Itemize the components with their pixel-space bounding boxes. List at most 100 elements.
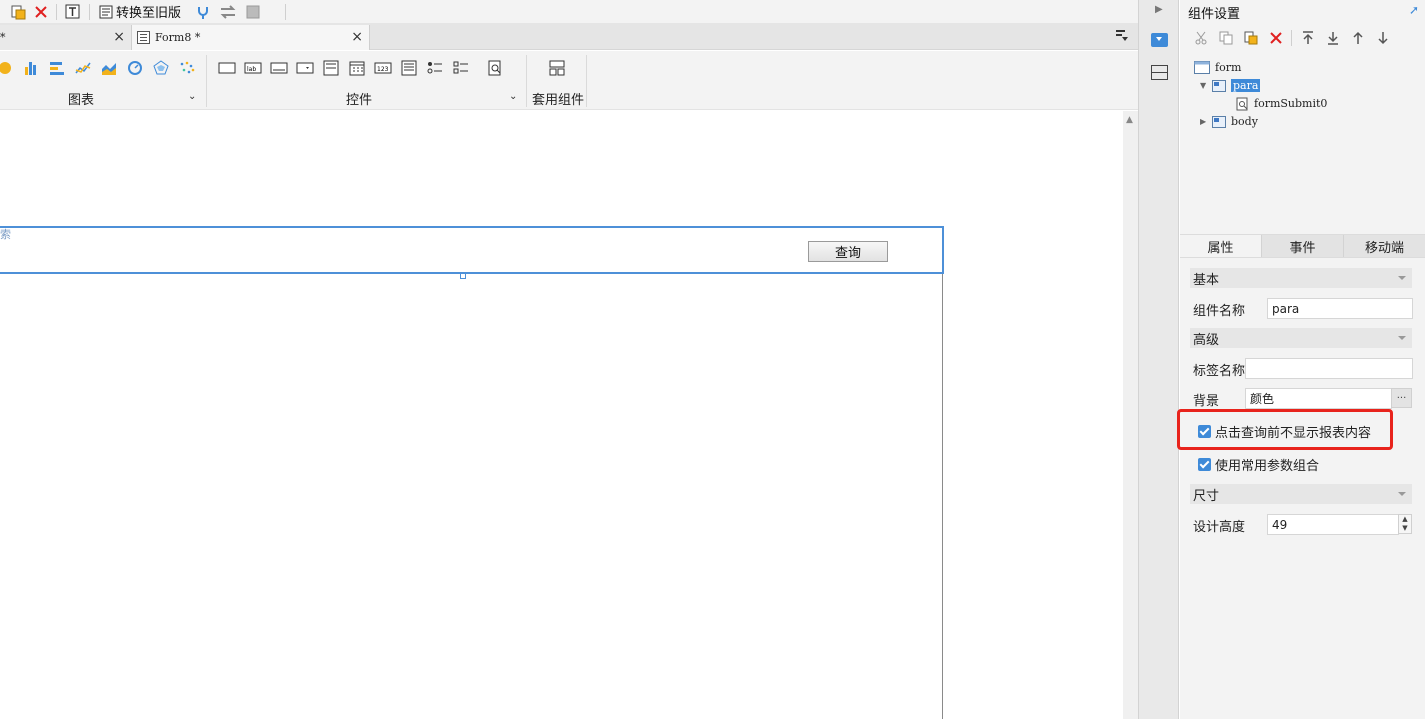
chevron-down-icon[interactable]: ▼	[1200, 81, 1212, 90]
section-title: 高级	[1193, 332, 1220, 348]
text-box-icon[interactable]	[214, 59, 240, 77]
chevron-down-icon[interactable]	[1398, 276, 1406, 280]
tree-node-body[interactable]: ▶ body	[1200, 113, 1258, 130]
background-input[interactable]: 颜色	[1245, 388, 1392, 409]
text-frame-icon[interactable]	[61, 1, 85, 23]
tab-previous-file[interactable]: * ×	[0, 25, 132, 50]
tab-label: Form8 *	[155, 31, 201, 44]
plugin-icon[interactable]	[191, 1, 215, 23]
tab-properties[interactable]: 属性	[1180, 235, 1262, 257]
para-container[interactable]	[0, 226, 944, 274]
component-name-input[interactable]: para	[1267, 298, 1413, 319]
document-icon	[99, 5, 113, 18]
tree-node-form[interactable]: form	[1194, 59, 1241, 76]
scatter-chart-icon[interactable]	[174, 59, 200, 77]
ribbon-group-widget: lab 123 控件 ⌄	[214, 51, 524, 110]
design-height-input[interactable]: 49	[1267, 514, 1399, 535]
section-advanced[interactable]: 高级	[1190, 328, 1412, 348]
tab-label: *	[0, 31, 6, 44]
preview-icon[interactable]	[241, 1, 265, 23]
toolbar-divider	[1291, 30, 1292, 46]
move-up-icon[interactable]	[1345, 28, 1370, 48]
ribbon-divider	[206, 55, 207, 107]
tab-mobile[interactable]: 移动端	[1344, 235, 1425, 257]
checkbox-common-params[interactable]: 使用常用参数组合	[1198, 455, 1319, 474]
horizontal-bar-chart-icon[interactable]	[44, 59, 70, 77]
convert-legacy-button[interactable]: 转换至旧版	[94, 1, 185, 23]
paste-icon[interactable]	[1238, 28, 1263, 48]
chevron-right-icon[interactable]: ▶	[1200, 117, 1212, 126]
bar-chart-icon[interactable]	[18, 59, 44, 77]
radar-chart-icon[interactable]	[148, 59, 174, 77]
query-button[interactable]: 查询	[808, 241, 888, 262]
checkbox-label: 使用常用参数组合	[1215, 459, 1320, 474]
form-icon	[1194, 61, 1210, 74]
template-layout-icon[interactable]	[544, 59, 570, 77]
editor-tab-bar: * × Form8 * ×	[0, 23, 1138, 50]
radio-group-icon[interactable]	[422, 59, 448, 77]
close-icon[interactable]: ×	[113, 29, 125, 45]
move-top-icon[interactable]	[1295, 28, 1320, 48]
chevron-up-icon[interactable]: ▲	[1126, 115, 1133, 125]
query-widget-icon[interactable]	[482, 59, 508, 77]
chevron-down-icon[interactable]: ⌄	[188, 91, 196, 102]
tab-list-icon[interactable]	[1116, 30, 1128, 41]
move-bottom-icon[interactable]	[1320, 28, 1345, 48]
close-icon[interactable]	[30, 1, 52, 23]
pie-chart-icon[interactable]	[0, 59, 18, 77]
ribbon-group-label: 控件	[346, 93, 373, 108]
checkbox-checked-icon[interactable]	[1198, 458, 1211, 471]
swap-icon[interactable]	[215, 1, 241, 23]
checkbox-group-icon[interactable]	[448, 59, 474, 77]
label-widget-icon[interactable]: lab	[240, 59, 266, 77]
move-down-icon[interactable]	[1370, 28, 1395, 48]
area-chart-icon[interactable]	[96, 59, 122, 77]
svg-text:lab: lab	[247, 66, 256, 73]
tree-node-label: formSubmit0	[1254, 97, 1328, 110]
ribbon-group-chart: 图表 ⌄	[0, 51, 205, 110]
ribbon-group-template: 套用组件	[530, 51, 590, 110]
textarea-widget-icon[interactable]	[396, 59, 422, 77]
tree-node-label: body	[1231, 115, 1258, 128]
button-widget-icon[interactable]	[266, 59, 292, 77]
more-options-button[interactable]: ···	[1391, 388, 1412, 408]
section-size[interactable]: 尺寸	[1190, 484, 1412, 504]
pin-icon[interactable]: ➚	[1409, 3, 1419, 17]
body-boundary	[942, 274, 943, 719]
delete-icon[interactable]	[1263, 28, 1288, 48]
cut-icon[interactable]	[1188, 28, 1213, 48]
tree-node-para[interactable]: ▼ para	[1200, 77, 1261, 94]
canvas-scrollbar[interactable]: ▲	[1123, 111, 1138, 719]
list-widget-icon[interactable]	[318, 59, 344, 77]
gauge-chart-icon[interactable]	[122, 59, 148, 77]
tag-name-label: 标签名称	[1193, 364, 1246, 379]
section-basic[interactable]: 基本	[1190, 268, 1412, 288]
chevron-right-icon[interactable]: ▶	[1155, 4, 1163, 15]
widget-settings-dock-icon[interactable]	[1151, 33, 1168, 47]
chevron-down-icon[interactable]	[1398, 336, 1406, 340]
paste-icon[interactable]	[6, 1, 30, 23]
chevron-down-icon[interactable]	[1398, 492, 1406, 496]
tag-name-input[interactable]	[1245, 358, 1413, 379]
copy-icon[interactable]	[1213, 28, 1238, 48]
ribbon-group-label: 图表	[68, 93, 95, 108]
tab-events[interactable]: 事件	[1262, 235, 1344, 257]
resize-handle[interactable]	[460, 273, 466, 279]
line-chart-icon[interactable]	[70, 59, 96, 77]
tree-node-formsubmit[interactable]: formSubmit0	[1236, 95, 1327, 112]
panel-toolbar	[1188, 28, 1395, 48]
component-tree: form ▼ para formSubmit0 ▶ body	[1180, 52, 1425, 232]
panel-title: 组件设置	[1188, 7, 1241, 22]
height-stepper[interactable]: ▲ ▼	[1398, 514, 1412, 534]
date-widget-icon[interactable]	[344, 59, 370, 77]
close-icon[interactable]: ×	[351, 29, 363, 45]
chevron-down-icon[interactable]: ⌄	[509, 91, 517, 102]
layout-dock-icon[interactable]	[1151, 65, 1168, 80]
background-label: 背景	[1193, 394, 1220, 409]
number-widget-icon[interactable]: 123	[370, 59, 396, 77]
design-canvas[interactable]	[0, 111, 1123, 719]
tree-node-label: para	[1231, 79, 1261, 92]
tab-form8[interactable]: Form8 * ×	[132, 25, 370, 50]
dropdown-widget-icon[interactable]	[292, 59, 318, 77]
ribbon-group-label: 套用组件	[532, 93, 585, 108]
